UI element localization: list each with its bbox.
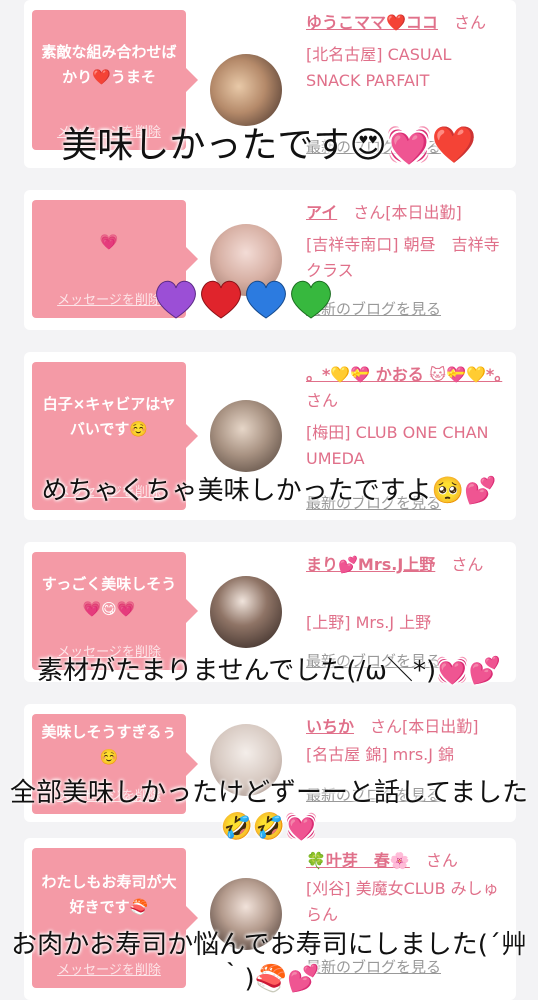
profile-name-link[interactable]: アイ xyxy=(306,203,337,222)
overlay-caption: 美味しかったです😍💓❤️ xyxy=(61,125,477,166)
honorific: さん xyxy=(451,555,484,574)
honorific: さん[本日出勤] xyxy=(370,717,479,736)
avatar[interactable] xyxy=(210,576,282,648)
profile-info: まり💕Mrs.J上野 さん [上野] Mrs.J 上野 xyxy=(306,552,506,636)
location-text: [吉祥寺南口] 朝昼 吉祥寺クラス xyxy=(306,235,500,280)
message-text: 💗 xyxy=(99,233,119,251)
honorific: さん[本日出勤] xyxy=(353,203,462,222)
location-text: [刈谷] 美魔女CLUB みしゅらん xyxy=(306,879,499,924)
profile-info: 🍀叶芽 春🌸 さん [刈谷] 美魔女CLUB みしゅらん xyxy=(306,848,506,928)
honorific: さん xyxy=(306,391,339,410)
profile-name-link[interactable]: いちか xyxy=(306,717,354,736)
location-text: [梅田] CLUB ONE CHAN UMEDA xyxy=(306,423,489,468)
profile-info: 。*💛💝 かおる 🐱💝💛*。 さん [梅田] CLUB ONE CHAN UME… xyxy=(306,362,506,472)
hearts-graphic xyxy=(156,280,331,319)
message-text: すっごく美味しそう💗😋💗 xyxy=(41,575,177,618)
profile-name-link[interactable]: 。*💛💝 かおる 🐱💝💛*。 xyxy=(306,365,502,384)
overlay-caption: 素材がたまりませんでした(/ω＼*)💓💕 xyxy=(37,656,501,686)
message-bubble: すっごく美味しそう💗😋💗 メッセージを削除 xyxy=(32,552,198,670)
message-text: 素敵な組み合わせばかり❤️うまそ xyxy=(41,43,177,86)
profile-info: いちか さん[本日出勤] [名古屋 錦] mrs.J 錦 xyxy=(306,714,506,768)
honorific: さん xyxy=(425,851,458,870)
profile-info: アイ さん[本日出勤] [吉祥寺南口] 朝昼 吉祥寺クラス xyxy=(306,200,506,284)
avatar[interactable] xyxy=(210,400,282,472)
avatar[interactable] xyxy=(210,54,282,126)
colored-hearts-sticker xyxy=(154,276,336,331)
location-text: [名古屋 錦] mrs.J 錦 xyxy=(306,745,455,764)
location-text: [上野] Mrs.J 上野 xyxy=(306,613,432,632)
overlay-caption: めちゃくちゃ美味しかったですよ🥺💕 xyxy=(41,476,497,506)
overlay-caption: 全部美味しかったけどずーーと話してました🤣🤣💓 xyxy=(10,778,528,842)
profile-info: ゆうこママ❤️ココ さん [北名古屋] CASUAL SNACK PARFAIT xyxy=(306,10,506,94)
location-text: [北名古屋] CASUAL SNACK PARFAIT xyxy=(306,45,452,90)
honorific: さん xyxy=(453,13,486,32)
message-text: 白子×キャビアはヤバいです☺️ xyxy=(42,395,176,438)
message-text: わたしもお寿司が大好きです🍣 xyxy=(41,873,177,916)
profile-name-link[interactable]: ゆうこママ❤️ココ xyxy=(306,13,438,32)
message-text: 美味しそうすぎるぅ☺️ xyxy=(41,723,177,766)
profile-name-link[interactable]: まり💕Mrs.J上野 xyxy=(306,555,435,574)
profile-name-link[interactable]: 🍀叶芽 春🌸 xyxy=(306,851,410,870)
overlay-caption: お肉かお寿司か悩んでお寿司にしました(´艸｀)🍣💕 xyxy=(11,930,527,994)
